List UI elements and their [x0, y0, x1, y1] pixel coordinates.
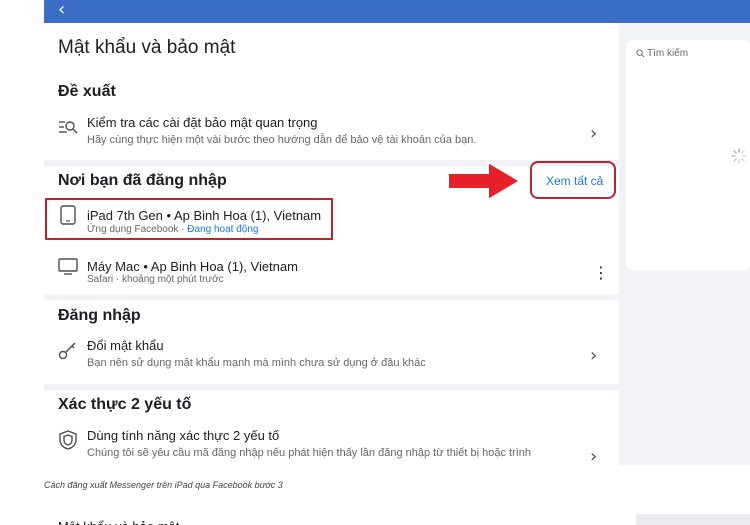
- security-check-icon: [59, 121, 78, 134]
- two-factor-title[interactable]: Dùng tính năng xác thực 2 yếu tố: [87, 428, 279, 443]
- more-options-icon[interactable]: ⋮: [593, 263, 609, 282]
- shield-icon: [59, 430, 77, 450]
- red-arrow-annotation: [447, 160, 522, 202]
- chevron-left-icon[interactable]: ‹: [58, 1, 65, 19]
- key-icon: [58, 342, 76, 360]
- top-bar: ‹: [44, 0, 750, 23]
- section-divider: [44, 384, 619, 390]
- chevron-right-icon[interactable]: ›: [590, 123, 597, 144]
- section-heading-logged-in: Nơi bạn đã đăng nhập: [58, 172, 227, 189]
- image-caption: Cách đăng xuất Messenger trên iPad qua F…: [44, 480, 283, 490]
- chevron-right-icon[interactable]: ›: [590, 345, 597, 366]
- search-placeholder: Tìm kiếm: [647, 48, 689, 59]
- loading-spinner-icon: [731, 148, 747, 164]
- ipad-highlight: [45, 198, 333, 240]
- change-password-subtitle: Bạn nên sử dụng mật khẩu mạnh mà mình ch…: [87, 357, 426, 369]
- section-heading-suggestions: Đề xuất: [58, 83, 116, 100]
- section-heading-login: Đăng nhập: [58, 307, 141, 324]
- search-input[interactable]: Tìm kiếm: [636, 48, 688, 59]
- search-icon: [636, 49, 645, 58]
- device-mac-name[interactable]: Máy Mac • Ap Binh Hoa (1), Vietnam: [87, 259, 298, 274]
- section-heading-2fa: Xác thực 2 yếu tố: [58, 396, 192, 413]
- device-mac-status: Safari · khoảng một phút trước: [87, 274, 224, 285]
- two-factor-subtitle: Chúng tôi sẽ yêu cầu mã đăng nhập nếu ph…: [87, 447, 532, 459]
- security-check-subtitle: Hãy cùng thực hiện một vài bước theo hướ…: [87, 134, 477, 146]
- section-divider: [44, 294, 619, 300]
- desktop-icon: [58, 258, 78, 275]
- next-image-sidebar: [636, 514, 750, 525]
- change-password-title[interactable]: Đổi mật khẩu: [87, 338, 164, 353]
- chevron-right-icon[interactable]: ›: [590, 446, 597, 467]
- next-image-heading: Mật khẩu và bảo mật: [58, 519, 179, 525]
- see-all-link[interactable]: Xem tất cả: [546, 174, 603, 188]
- security-check-title[interactable]: Kiểm tra các cài đặt bảo mật quan trọng: [87, 115, 318, 130]
- page-title: Mật khẩu và bảo mật: [58, 37, 236, 58]
